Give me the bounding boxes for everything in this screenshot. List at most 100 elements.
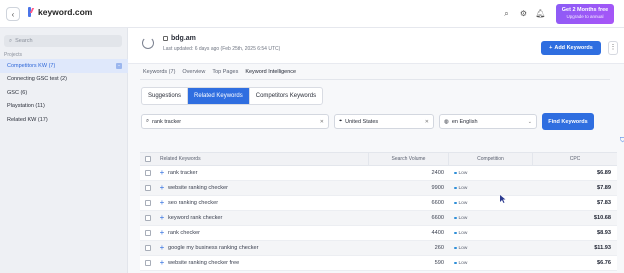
projects-heading: Projects <box>4 52 23 58</box>
row-checkbox[interactable] <box>140 215 156 221</box>
filter-icon[interactable]: ⛉ <box>620 137 624 145</box>
upgrade-promo-button[interactable]: Get 2 Months free Upgrade to annual <box>556 4 614 24</box>
sidebar-item-playstation[interactable]: Playstation (11) <box>0 100 128 114</box>
more-options-icon[interactable]: ⋮ <box>608 41 618 55</box>
cpc-cell: $10.68 <box>593 215 611 221</box>
gear-icon[interactable]: ⚙ <box>518 8 529 19</box>
competition-cell: Low <box>448 171 532 176</box>
subtab-related-keywords[interactable]: Related Keywords <box>188 88 250 104</box>
row-checkbox[interactable] <box>140 170 156 176</box>
table-row[interactable]: + google my business ranking checker 260 Lo… <box>140 241 617 256</box>
header-related-keywords: Related Keywords <box>160 156 201 162</box>
competition-cell: Low <box>448 246 532 251</box>
competition-cell: Low <box>448 216 532 221</box>
project-header: bdg.am Last updated: 6 days ago (Feb 25t… <box>128 28 624 64</box>
chevron-down-icon: ⌄ <box>527 118 532 125</box>
add-keyword-plus-icon[interactable]: + <box>156 259 168 267</box>
add-keyword-plus-icon[interactable]: + <box>156 229 168 237</box>
table-row[interactable]: + seo ranking checker 6600 Low $7.83 <box>140 196 617 211</box>
competition-cell: Low <box>448 186 532 191</box>
clear-icon[interactable]: ✕ <box>425 119 429 125</box>
subtabs: Suggestions Related Keywords Competitors… <box>141 87 324 105</box>
checkbox <box>145 156 151 162</box>
location-pin-icon: ⌖ <box>339 118 343 124</box>
table-row[interactable]: + website ranking checker 9900 Low $7.89 <box>140 181 617 196</box>
competition-dot-icon <box>454 201 457 205</box>
table-row[interactable]: + rank tracker 2400 Low $6.89 <box>140 166 617 181</box>
keyword-cell: seo ranking checker <box>168 200 219 206</box>
row-checkbox[interactable] <box>140 200 156 206</box>
bell-icon[interactable]: 🔔︎ <box>535 8 546 19</box>
cpc-cell: $6.76 <box>597 260 611 266</box>
search-icon: ⌕ <box>9 37 13 44</box>
keyword-cell: rank checker <box>168 230 201 236</box>
table-row[interactable]: + rank checker 4400 Low $8.93 <box>140 226 617 241</box>
sidebar-item-label: Playstation (11) <box>7 103 45 110</box>
sidebar-item-label: Competitors KW (7) <box>7 62 56 69</box>
collapse-icon[interactable]: − <box>116 62 122 69</box>
add-keywords-button[interactable]: + Add Keywords <box>541 41 601 55</box>
keyword-input[interactable]: ⌕ rank tracker ✕ <box>141 114 329 129</box>
logo[interactable]: keyword.com <box>28 7 92 17</box>
row-checkbox[interactable] <box>140 245 156 251</box>
language-select[interactable]: ◍ en English ⌄ <box>439 114 537 129</box>
table-row[interactable]: + website ranking checker free 590 Low $6.76 <box>140 256 617 271</box>
add-keyword-plus-icon[interactable]: + <box>156 244 168 252</box>
row-checkbox[interactable] <box>140 260 156 266</box>
competition-value: Low <box>458 230 468 236</box>
related-keywords-table: Related Keywords Search Volume Competiti… <box>140 152 617 271</box>
back-button[interactable]: ‹ <box>6 7 20 21</box>
globe-icon: ◍ <box>444 118 449 125</box>
subtab-suggestions[interactable]: Suggestions <box>142 88 189 104</box>
checkbox <box>145 260 151 266</box>
sidebar-item-gsc[interactable]: GSC (6) <box>0 86 128 100</box>
cpc-cell: $11.93 <box>594 245 611 251</box>
competition-value: Low <box>458 245 468 251</box>
header-competition[interactable]: Competition <box>448 152 532 166</box>
search-icon: ⌕ <box>146 118 150 124</box>
project-list: Competitors KW (7) − Connecting GSC test… <box>0 59 128 127</box>
find-keywords-button[interactable]: Find Keywords <box>542 113 594 130</box>
sidebar-item-label: Connecting GSC test (2) <box>7 76 67 83</box>
sidebar-item-connecting-gsc-test[interactable]: Connecting GSC test (2) <box>0 73 128 87</box>
keyword-cell: google my business ranking checker <box>168 245 259 251</box>
select-all-checkbox[interactable] <box>140 156 156 162</box>
add-keyword-plus-icon[interactable]: + <box>156 214 168 222</box>
header-search-volume[interactable]: Search Volume <box>368 152 448 166</box>
main-content: bdg.am Last updated: 6 days ago (Feb 25t… <box>128 28 624 273</box>
plus-icon: + <box>549 45 553 51</box>
top-icons: ⌕ ⚙ 🔔︎ <box>501 8 546 19</box>
competition-value: Low <box>458 200 468 206</box>
promo-title: Get 2 Months free <box>561 7 609 13</box>
table-header: Related Keywords Search Volume Competiti… <box>140 152 617 166</box>
row-checkbox[interactable] <box>140 230 156 236</box>
add-keyword-plus-icon[interactable]: + <box>156 169 168 177</box>
subtab-competitors-keywords[interactable]: Competitors Keywords <box>250 88 322 104</box>
keyword-value: rank tracker <box>152 118 182 125</box>
table-row[interactable]: + keyword rank checker 6600 Low $10.68 <box>140 211 617 226</box>
search-icon[interactable]: ⌕ <box>501 8 512 19</box>
keyword-cell: keyword rank checker <box>168 215 223 221</box>
competition-dot-icon <box>454 186 457 190</box>
clear-icon[interactable]: ✕ <box>320 119 324 125</box>
header-cpc[interactable]: CPC <box>532 152 617 166</box>
add-keyword-plus-icon[interactable]: + <box>156 199 168 207</box>
sidebar-item-competitors-kw[interactable]: Competitors KW (7) − <box>0 59 128 73</box>
competition-cell: Low <box>448 201 532 206</box>
sidebar-search-input[interactable]: ⌕ Search <box>4 35 122 47</box>
cpc-cell: $7.83 <box>597 200 611 206</box>
project-domain: bdg.am <box>163 35 196 42</box>
refresh-icon[interactable] <box>142 37 154 49</box>
competition-dot-icon <box>454 261 457 265</box>
competition-cell: Low <box>448 261 532 266</box>
checkbox <box>145 245 151 251</box>
sidebar-item-related-kw[interactable]: Related KW (17) <box>0 113 128 127</box>
competition-cell: Low <box>448 231 532 236</box>
location-select[interactable]: ⌖ United States ✕ <box>334 114 434 129</box>
promo-subtitle: Upgrade to annual <box>566 14 604 19</box>
add-keywords-label: Add Keywords <box>554 45 593 51</box>
competition-dot-icon <box>454 246 457 250</box>
location-value: United States <box>345 118 379 125</box>
row-checkbox[interactable] <box>140 185 156 191</box>
add-keyword-plus-icon[interactable]: + <box>156 184 168 192</box>
